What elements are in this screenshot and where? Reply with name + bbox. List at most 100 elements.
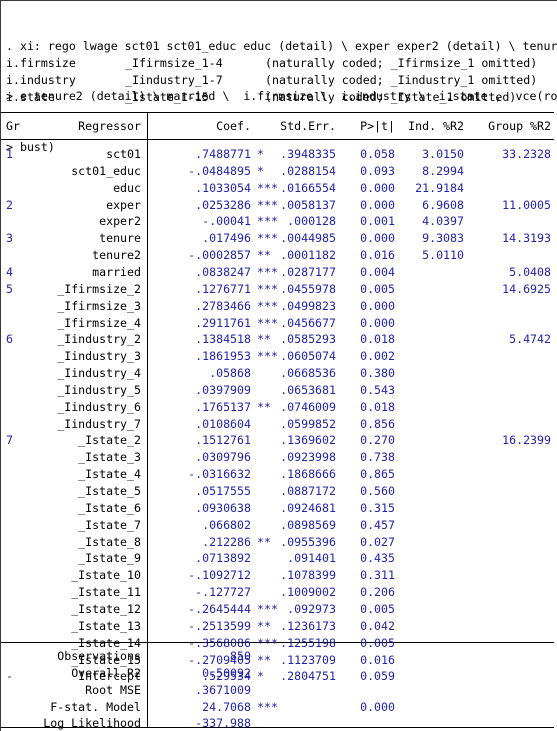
cell-coef: .05868 <box>209 366 251 381</box>
cell-se: .000128 <box>287 214 336 229</box>
cell-coef: .1512761 <box>195 433 251 448</box>
cell-se: .0455978 <box>280 281 336 296</box>
cell-se: .0887172 <box>280 484 336 498</box>
cell-coef: -.0002857 <box>188 248 251 263</box>
cell-p: 0.457 <box>360 517 395 532</box>
xi-note-2: (naturally coded; _Iindustry_1 omitted) <box>265 73 538 87</box>
cell-gr: 1 <box>6 147 13 161</box>
cell-name: _Istate_13 <box>71 618 141 633</box>
cell-se: .1078399 <box>280 568 336 583</box>
cell-name: _Iindustry_3 <box>57 349 141 364</box>
cell-grp: 16.2399 <box>502 433 551 448</box>
cell-name: sct01 <box>106 147 141 161</box>
cell-name: _Istate_9 <box>78 551 141 566</box>
command-line-1: . xi: rego lwage sct01 sct01_educ educ (… <box>6 38 557 53</box>
table-top-rule <box>1 112 554 113</box>
cell-se: .0923998 <box>280 450 336 465</box>
summary-p: 0.000 <box>360 699 395 714</box>
xi-var-1: i.firmsize <box>6 56 76 70</box>
cell-grp: 14.6925 <box>502 281 551 296</box>
cell-name: exper2 <box>99 214 141 229</box>
cell-p: 0.016 <box>360 248 395 263</box>
xi-note-1: (naturally coded; _Ifirmsize_1 omitted) <box>265 56 538 70</box>
cell-p: 0.004 <box>360 264 395 279</box>
cell-coef: .2783466 <box>195 298 251 313</box>
cell-coef: .0309796 <box>195 450 251 465</box>
cell-name: _Istate_2 <box>78 433 141 448</box>
cell-p: 0.000 <box>360 197 395 212</box>
cell-gr: 5 <box>6 281 13 296</box>
cell-se: .0668536 <box>280 366 336 381</box>
summary-stars: *** <box>257 699 278 714</box>
cell-coef: .1861953 <box>195 349 251 364</box>
cell-coef: -.127727 <box>195 585 251 600</box>
cell-se: .0166554 <box>280 180 336 195</box>
summary-value: 0.50092 <box>202 665 251 680</box>
cell-name: _Istate_10 <box>71 568 141 583</box>
cell-coef: .0397909 <box>195 382 251 397</box>
summary-label: Observations <box>57 649 141 663</box>
cell-name: exper <box>106 197 141 212</box>
cell-ind: 3.0150 <box>422 147 464 161</box>
cell-coef: .0838247 <box>195 264 251 279</box>
cell-name: _Istate_7 <box>78 517 141 532</box>
cell-p: 0.093 <box>360 163 395 178</box>
header-regressor: Regressor <box>78 119 141 133</box>
cell-se: .1009002 <box>280 585 336 600</box>
cell-se: .092973 <box>287 601 336 616</box>
cell-gr: - <box>6 669 13 684</box>
summary-value: 850 <box>230 649 251 663</box>
cell-ind: 5.0110 <box>422 248 464 263</box>
cell-coef: .7488771 <box>195 147 251 161</box>
cell-coef: .1765137 <box>195 399 251 414</box>
cell-p: 0.001 <box>360 214 395 229</box>
cell-se: .1123709 <box>280 652 336 667</box>
cell-coef: -.1092712 <box>188 568 251 583</box>
cell-grp: 5.0408 <box>509 264 551 279</box>
xi-var-3: i.state <box>6 90 55 104</box>
cell-name: sct01_educ <box>71 163 141 178</box>
cell-name: tenure <box>99 231 141 246</box>
cell-p: 0.865 <box>360 467 395 482</box>
cell-coef: .017496 <box>202 231 251 246</box>
cell-name: _Iindustry_2 <box>57 332 141 347</box>
cell-se: .0605074 <box>280 349 336 364</box>
cell-coef: .066802 <box>202 517 251 532</box>
cell-se: .3948335 <box>280 147 336 161</box>
cell-p: 0.738 <box>360 450 395 465</box>
cell-name: _Ifirmsize_2 <box>57 281 141 296</box>
cell-p: 0.311 <box>360 568 395 583</box>
cell-name: _Iindustry_4 <box>57 366 141 381</box>
cell-p: 0.315 <box>360 500 395 515</box>
cell-coef: .1276771 <box>195 281 251 296</box>
cell-gr: 6 <box>6 332 13 347</box>
cell-p: 0.058 <box>360 147 395 161</box>
cell-se: .0456677 <box>280 315 336 330</box>
cell-name: _Iindustry_6 <box>57 399 141 414</box>
xi-dummy-2: _Iindustry_1-7 <box>125 73 223 87</box>
table-header-rule <box>1 139 554 140</box>
cell-p: 0.270 <box>360 433 395 448</box>
summary-value: .3671009 <box>195 682 251 697</box>
cell-coef: -.2513599 <box>188 618 251 633</box>
cell-se: .1868666 <box>280 467 336 482</box>
cell-name: _Istate_8 <box>78 534 141 549</box>
cell-coef: .212286 <box>202 534 251 549</box>
cell-se: .0499823 <box>280 298 336 313</box>
cell-name: _Istate_4 <box>78 467 141 482</box>
summary-label: F-stat. Model <box>50 699 141 714</box>
cell-name: married <box>92 264 141 279</box>
cell-p: 0.018 <box>360 332 395 347</box>
cell-name: _Istate_5 <box>78 484 141 498</box>
cell-coef: -.0316632 <box>188 467 251 482</box>
cell-se: .0653681 <box>280 382 336 397</box>
cell-gr: 3 <box>6 231 13 246</box>
cell-se: .1255198 <box>280 635 336 650</box>
summary-label: Root MSE <box>85 682 141 697</box>
cell-p: 0.027 <box>360 534 395 549</box>
cell-coef: .0253286 <box>195 197 251 212</box>
cell-se: .1236173 <box>280 618 336 633</box>
cell-p: 0.435 <box>360 551 395 566</box>
summary-value: -337.988 <box>195 716 251 731</box>
cell-gr: 7 <box>6 433 13 448</box>
